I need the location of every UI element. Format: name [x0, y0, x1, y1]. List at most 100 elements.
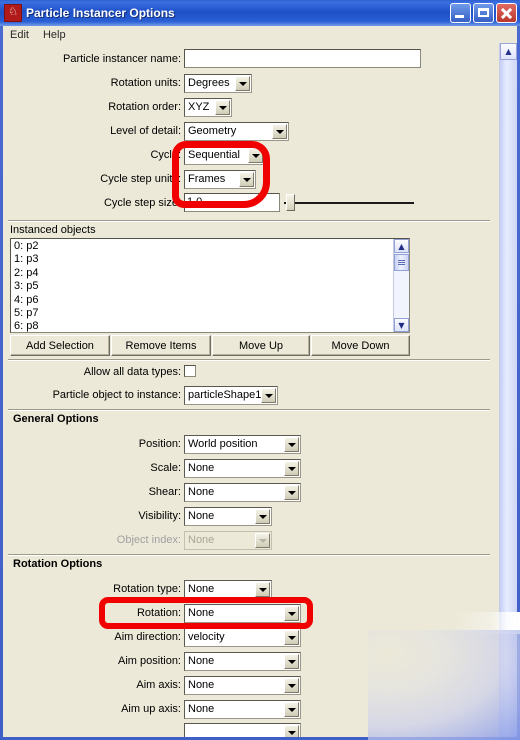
chevron-down-icon[interactable]: [284, 653, 299, 669]
cycle-step-size-slider[interactable]: [284, 193, 414, 212]
scale-label: Scale:: [150, 462, 181, 474]
chevron-down-icon[interactable]: [284, 436, 299, 452]
list-item[interactable]: 4: p6: [11, 294, 393, 307]
aim-position-label: Aim position:: [118, 655, 181, 667]
chevron-down-icon[interactable]: [255, 581, 270, 597]
chevron-up-icon[interactable]: ▲: [394, 239, 409, 253]
chevron-down-icon[interactable]: [284, 677, 299, 693]
shear-dropdown[interactable]: None: [184, 482, 301, 502]
move-up-button[interactable]: Move Up: [212, 335, 310, 356]
rotation-dropdown[interactable]: None: [184, 603, 301, 623]
cycle-dropdown[interactable]: Sequential: [184, 145, 265, 165]
scrollbar-thumb[interactable]: [394, 254, 409, 271]
list-item[interactable]: 6: p8: [11, 320, 393, 332]
visibility-value: None: [188, 509, 215, 522]
row-cycle-step-size: Cycle step size: 1.0: [3, 193, 473, 213]
cycle-step-units-value: Frames: [188, 172, 226, 185]
maya-app-icon-glyph: ♘: [8, 5, 18, 18]
rotation-value: None: [188, 606, 215, 619]
shear-value: None: [188, 485, 215, 498]
move-down-button[interactable]: Move Down: [311, 335, 410, 356]
rotation-type-value: None: [188, 582, 215, 595]
scale-dropdown[interactable]: None: [184, 458, 301, 478]
rotation-type-dropdown[interactable]: None: [184, 579, 272, 599]
aim-position-dropdown[interactable]: None: [184, 651, 301, 671]
aim-axis-value: None: [188, 678, 215, 691]
scrollbar-track[interactable]: [500, 60, 517, 737]
chevron-down-icon[interactable]: [284, 629, 299, 645]
rotation-units-label: Rotation units:: [110, 77, 181, 89]
dialog-scrollbar[interactable]: ▲: [499, 43, 517, 737]
aim-direction-value: velocity: [188, 630, 225, 643]
rotation-units-dropdown[interactable]: Degrees: [184, 73, 252, 93]
visibility-dropdown[interactable]: None: [184, 506, 272, 526]
close-button[interactable]: [496, 3, 517, 23]
position-dropdown[interactable]: World position: [184, 434, 301, 454]
chevron-down-icon[interactable]: [284, 725, 299, 737]
row-rotation: Rotation: None: [3, 603, 473, 623]
allow-all-data-types-label: Allow all data types:: [83, 366, 181, 378]
chevron-down-icon[interactable]: [284, 460, 299, 476]
add-selection-button[interactable]: Add Selection: [10, 335, 110, 356]
chevron-down-icon[interactable]: [284, 701, 299, 717]
level-of-detail-label: Level of detail:: [110, 125, 181, 137]
list-item[interactable]: 3: p5: [11, 280, 393, 293]
list-item[interactable]: 5: p7: [11, 307, 393, 320]
window-title: Particle Instancer Options: [26, 6, 175, 20]
chevron-down-icon[interactable]: [239, 171, 254, 187]
instanced-objects-listbox[interactable]: 0: p2 1: p3 2: p4 3: p5 4: p6 5: p7 6: p…: [10, 238, 410, 333]
screenshot-root: ♘ Particle Instancer Options Edit Help P…: [0, 0, 520, 740]
chevron-down-icon: [255, 532, 270, 548]
cycle-label: Cycle:: [150, 149, 181, 161]
chevron-down-icon[interactable]: [248, 147, 263, 163]
list-item[interactable]: 1: p3: [11, 253, 393, 266]
aim-up-axis-value: None: [188, 702, 215, 715]
aim-up-axis-label: Aim up axis:: [121, 703, 181, 715]
row-object-index: Object index: None: [3, 530, 473, 550]
chevron-down-icon[interactable]: [261, 387, 276, 403]
aim-axis-dropdown[interactable]: None: [184, 675, 301, 695]
instancer-name-input[interactable]: [184, 49, 421, 68]
chevron-down-icon[interactable]: [215, 99, 230, 115]
menu-item-edit[interactable]: Edit: [3, 28, 36, 42]
maximize-button[interactable]: [473, 3, 494, 23]
row-shear: Shear: None: [3, 482, 473, 502]
list-item[interactable]: 0: p2: [11, 240, 393, 253]
menu-item-help[interactable]: Help: [36, 28, 73, 42]
chevron-down-icon[interactable]: [255, 508, 270, 524]
rotation-options-header: Rotation Options: [13, 558, 103, 570]
minimize-button[interactable]: [450, 3, 471, 23]
row-scale: Scale: None: [3, 458, 473, 478]
particle-object-value: particleShape1: [188, 388, 262, 401]
list-item[interactable]: 2: p4: [11, 267, 393, 280]
chevron-down-icon[interactable]: [284, 484, 299, 500]
slider-track: [284, 202, 414, 204]
row-aim-position: Aim position: None: [3, 651, 473, 671]
row-rotation-type: Rotation type: None: [3, 579, 473, 599]
particle-object-dropdown[interactable]: particleShape1: [184, 385, 278, 405]
remove-items-button[interactable]: Remove Items: [111, 335, 211, 356]
chevron-down-icon[interactable]: [284, 605, 299, 621]
allow-all-data-types-checkbox[interactable]: [184, 365, 196, 377]
chevron-down-icon[interactable]: [235, 75, 250, 91]
slider-handle[interactable]: [286, 194, 295, 211]
level-of-detail-value: Geometry: [188, 124, 237, 137]
cycle-step-size-input[interactable]: 1.0: [184, 193, 280, 212]
clipped-dropdown-row[interactable]: [184, 723, 301, 737]
row-instancer-name: Particle instancer name:: [3, 49, 473, 69]
rotation-label: Rotation:: [136, 607, 181, 619]
row-aim-axis: Aim axis: None: [3, 675, 473, 695]
cycle-step-units-dropdown[interactable]: Frames: [184, 169, 256, 189]
aim-direction-dropdown[interactable]: velocity: [184, 627, 301, 647]
client-area: Particle instancer name: Rotation units:…: [3, 43, 517, 737]
rotation-order-dropdown[interactable]: XYZ: [184, 97, 232, 117]
level-of-detail-dropdown[interactable]: Geometry: [184, 121, 289, 141]
chevron-up-icon[interactable]: ▲: [500, 43, 517, 60]
aim-up-axis-dropdown[interactable]: None: [184, 699, 301, 719]
chevron-down-icon[interactable]: ▼: [394, 318, 409, 332]
general-options-header: General Options: [13, 413, 99, 425]
position-label: Position:: [138, 438, 181, 450]
chevron-down-icon[interactable]: [272, 123, 287, 139]
row-particle-object: Particle object to instance: particleSha…: [3, 385, 473, 405]
listbox-scrollbar[interactable]: ▲ ▼: [393, 239, 409, 332]
